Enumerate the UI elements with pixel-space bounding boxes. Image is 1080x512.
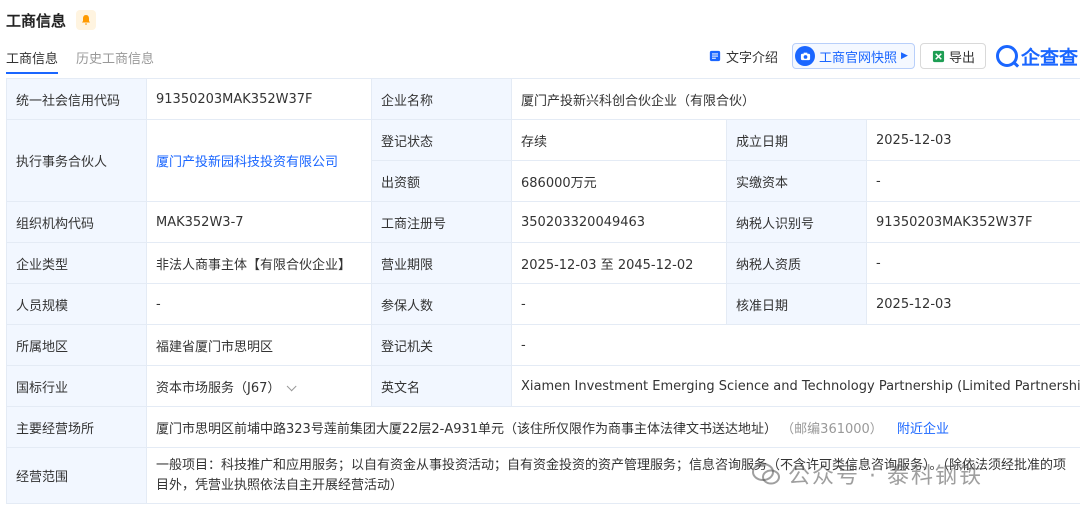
tax-qual-value: -	[865, 242, 1080, 284]
nearby-companies-link[interactable]: 附近企业	[897, 422, 949, 437]
reg-no-label: 工商注册号	[371, 201, 512, 243]
snapshot-label: 工商官网快照	[819, 50, 898, 66]
address-value: 厦门市思明区前埔中路323号莲前集团大厦22层2-A931单元（该住所仅限作为商…	[156, 421, 778, 437]
scope-value: 一般项目：科技推广和应用服务；以自有资金从事投资活动；自有资金投资的资产管理服务…	[145, 447, 1080, 504]
play-arrow-icon: ▶	[901, 51, 908, 61]
paid-capital-label: 实缴资本	[726, 160, 867, 202]
partner-link[interactable]: 厦门产投新园科技投资有限公司	[156, 155, 338, 170]
est-date-label: 成立日期	[726, 119, 867, 161]
type-label: 企业类型	[6, 242, 147, 284]
export-label: 导出	[949, 50, 976, 66]
section-title: 工商信息	[6, 12, 67, 30]
reg-status-value: 存续	[511, 119, 727, 161]
chevron-down-icon[interactable]	[287, 380, 297, 391]
scope-label: 经营范围	[6, 447, 147, 504]
term-value: 2025-12-03 至 2045-12-02	[511, 242, 727, 284]
industry-label: 国标行业	[6, 365, 147, 407]
text-intro-label: 文字介绍	[726, 50, 779, 66]
org-code-label: 组织机构代码	[6, 201, 147, 243]
industry-value: 资本市场服务（J67）	[156, 380, 281, 396]
document-icon	[708, 49, 722, 63]
term-label: 营业期限	[371, 242, 512, 284]
address-cell: 厦门市思明区前埔中路323号莲前集团大厦22层2-A931单元（该住所仅限作为商…	[145, 406, 1080, 448]
excel-icon	[931, 49, 945, 63]
taxpayer-id-value: 91350203MAK352W37F	[865, 201, 1080, 243]
partner-label: 执行事务合伙人	[6, 119, 147, 202]
magnifier-logo-icon	[996, 45, 1018, 67]
insured-label: 参保人数	[371, 283, 512, 325]
region-value: 福建省厦门市思明区	[146, 324, 372, 366]
business-info-table: 统一社会信用代码 91350203MAK352W37F 企业名称 厦门产投新兴科…	[6, 78, 1080, 504]
header: 工商信息	[0, 0, 1080, 40]
capital-value: 686000万元	[511, 160, 727, 202]
table-row: 执行事务合伙人 厦门产投新园科技投资有限公司 登记状态 存续 成立日期 2025…	[6, 119, 1080, 202]
capital-label: 出资额	[371, 160, 512, 202]
export-button[interactable]: 导出	[920, 43, 987, 69]
tab-history-business-info[interactable]: 历史工商信息	[76, 48, 154, 67]
company-name-value: 厦门产投新兴科创合伙企业（有限合伙）	[510, 78, 1080, 120]
authority-value: -	[510, 324, 1080, 366]
official-snapshot-button[interactable]: 工商官网快照 ▶	[792, 43, 915, 69]
bell-icon[interactable]	[76, 10, 96, 30]
staff-value: -	[146, 283, 372, 325]
partner-cell: 厦门产投新园科技投资有限公司	[146, 119, 372, 202]
approval-value: 2025-12-03	[865, 283, 1080, 325]
region-label: 所属地区	[6, 324, 147, 366]
text-intro-button[interactable]: 文字介绍	[708, 42, 778, 70]
insured-value: -	[511, 283, 727, 325]
table-row: 国标行业 资本市场服务（J67） 英文名 Xiamen Investment E…	[6, 365, 1080, 407]
org-code-value: MAK352W3-7	[146, 201, 372, 243]
taxpayer-id-label: 纳税人识别号	[726, 201, 867, 243]
approval-label: 核准日期	[726, 283, 867, 325]
est-date-value: 2025-12-03	[865, 119, 1080, 161]
company-name-label: 企业名称	[371, 78, 512, 120]
table-row: 统一社会信用代码 91350203MAK352W37F 企业名称 厦门产投新兴科…	[6, 78, 1080, 120]
reg-status-label: 登记状态	[371, 119, 512, 161]
english-label: 英文名	[371, 365, 512, 407]
table-row: 经营范围 一般项目：科技推广和应用服务；以自有资金从事投资活动；自有资金投资的资…	[6, 447, 1080, 504]
postcode-value: （邮编361000）	[781, 421, 883, 437]
table-row: 主要经营场所 厦门市思明区前埔中路323号莲前集团大厦22层2-A931单元（该…	[6, 406, 1080, 448]
english-value: Xiamen Investment Emerging Science and T…	[510, 365, 1080, 407]
paid-capital-value: -	[865, 160, 1080, 202]
table-row: 人员规模 - 参保人数 - 核准日期 2025-12-03	[6, 283, 1080, 325]
credit-code-value: 91350203MAK352W37F	[146, 78, 372, 120]
camera-icon	[795, 46, 815, 66]
reg-no-value: 350203320049463	[511, 201, 727, 243]
tab-bar: 工商信息 历史工商信息	[0, 44, 400, 74]
address-label: 主要经营场所	[6, 406, 147, 448]
tax-qual-label: 纳税人资质	[726, 242, 867, 284]
type-value: 非法人商事主体【有限合伙企业】	[146, 242, 372, 284]
staff-label: 人员规模	[6, 283, 147, 325]
authority-label: 登记机关	[371, 324, 512, 366]
table-row: 组织机构代码 MAK352W3-7 工商注册号 350203320049463 …	[6, 201, 1080, 243]
credit-code-label: 统一社会信用代码	[6, 78, 147, 120]
industry-cell[interactable]: 资本市场服务（J67）	[146, 365, 372, 407]
brand-logo: 企查查	[996, 42, 1078, 70]
brand-name: 企查查	[1021, 46, 1079, 69]
tab-business-info[interactable]: 工商信息	[6, 48, 59, 74]
table-row: 所属地区 福建省厦门市思明区 登记机关 -	[6, 324, 1080, 366]
table-row: 企业类型 非法人商事主体【有限合伙企业】 营业期限 2025-12-03 至 2…	[6, 242, 1080, 284]
